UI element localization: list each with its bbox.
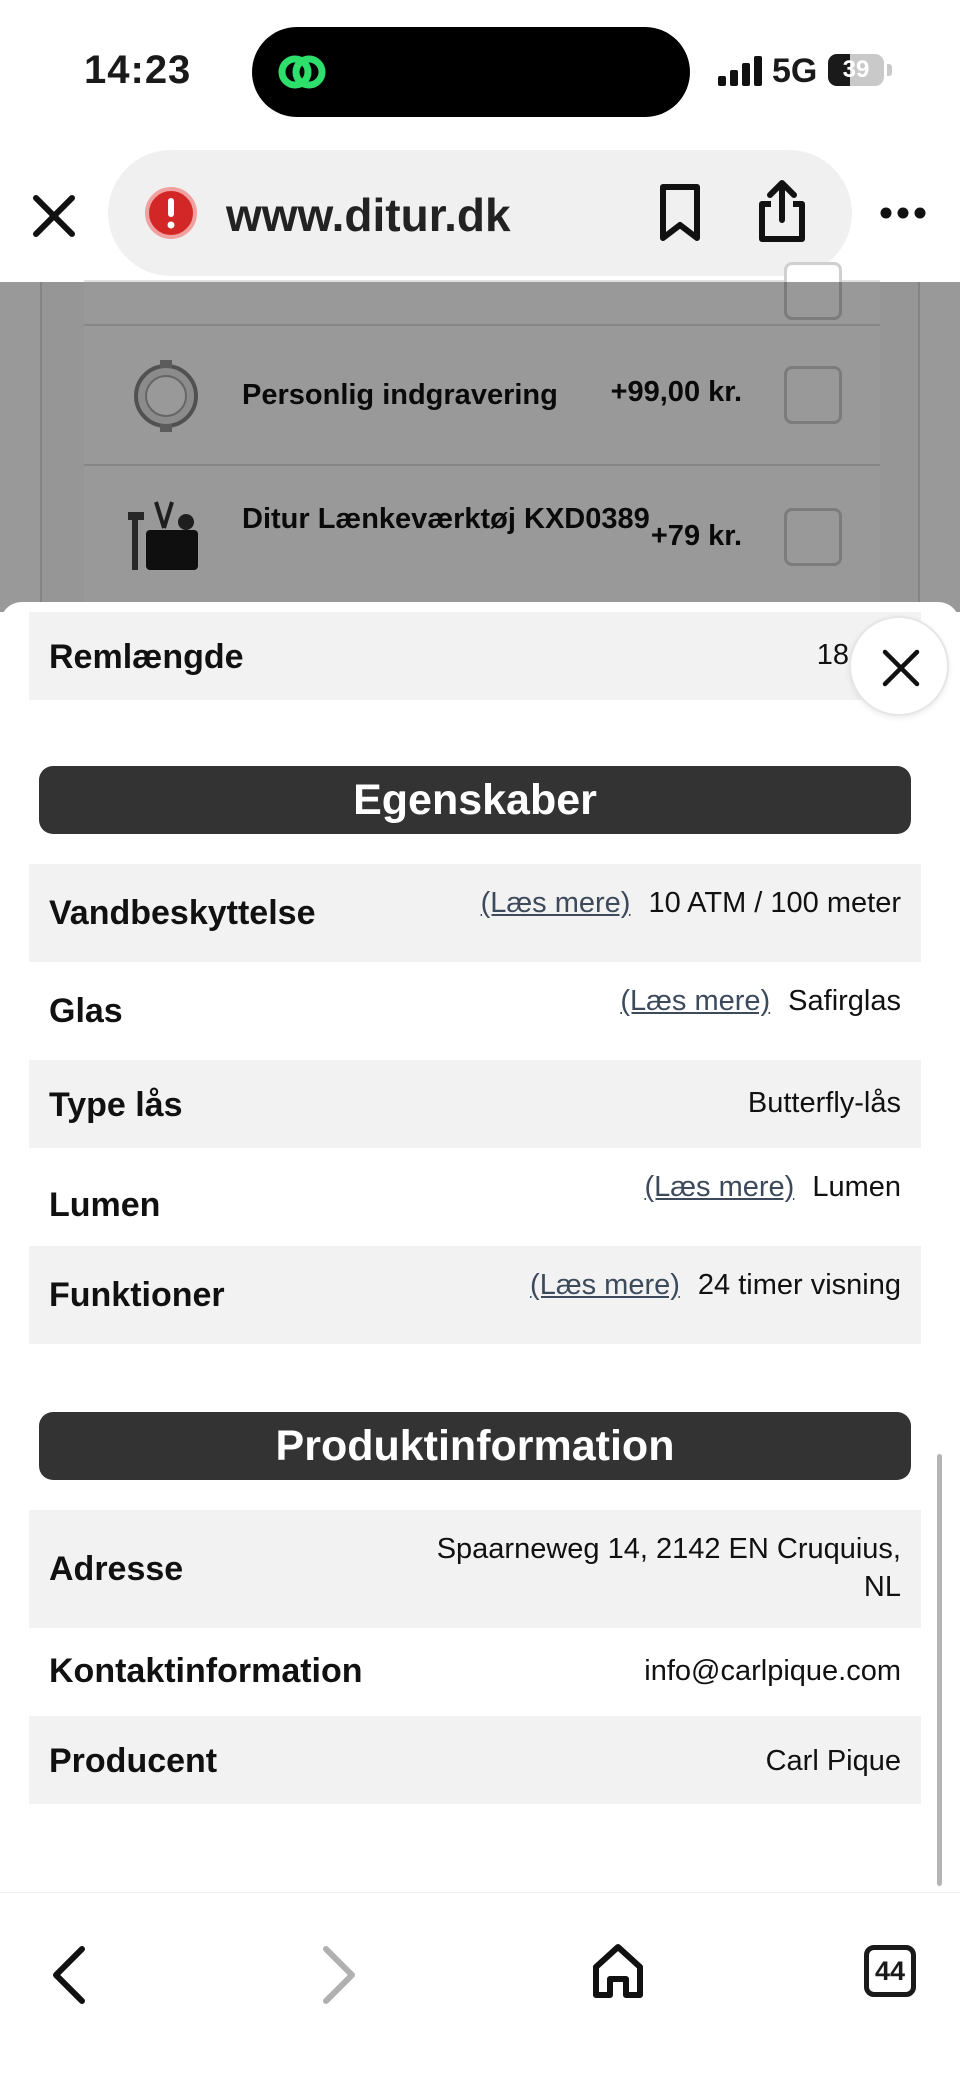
spec-label: Glas [49, 992, 123, 1030]
url-text[interactable]: www.ditur.dk [226, 188, 511, 242]
dynamic-island [252, 27, 690, 117]
modal-backdrop[interactable] [0, 282, 960, 612]
sheet-close-button[interactable] [849, 616, 949, 716]
read-more-link[interactable]: (Læs mere) [481, 887, 631, 919]
address-line-2: NL [863, 1571, 901, 1603]
spec-value-group: (Læs mere) 10 ATM / 100 meter [481, 884, 901, 922]
spec-label: Kontaktinformation [49, 1652, 363, 1690]
spec-label: Lumen [49, 1186, 161, 1224]
more-icon[interactable] [880, 206, 926, 220]
spec-value: 24 timer visning [697, 1269, 901, 1301]
spec-value: Lumen [812, 1171, 901, 1203]
spec-row-type-laas: Type lås Butterfly-lås [29, 1060, 921, 1148]
home-icon[interactable] [590, 1941, 646, 2001]
status-time: 14:23 [84, 48, 192, 92]
spec-value: Spaarneweg 14, 2142 EN Cruquius, NL [437, 1530, 901, 1606]
spec-row-remlaengde: Remlængde 18 [29, 612, 921, 700]
spec-label: Funktioner [49, 1276, 225, 1314]
address-bar[interactable]: www.ditur.dk [108, 150, 852, 276]
spec-value: 18 [816, 639, 849, 671]
signal-icon [718, 56, 762, 86]
spec-value-group: (Læs mere) Lumen [644, 1168, 901, 1206]
bookmark-icon[interactable] [654, 182, 706, 244]
spec-row-kontaktinformation: Kontaktinformation info@carlpique.com [29, 1628, 921, 1716]
page: 14:23 5G 39 www.ditur.dk Personlig indgr… [0, 0, 960, 2081]
specs-sheet: Remlængde 18 Egenskaber Vandbeskyttelse … [0, 602, 960, 1892]
browser-bottom-nav: 44 [0, 1892, 960, 2081]
spec-label: Vandbeskyttelse [49, 894, 316, 932]
spec-label: Type lås [49, 1086, 183, 1124]
spec-value-group: (Læs mere) 24 timer visning [530, 1266, 901, 1304]
forward-icon[interactable] [318, 1943, 362, 2007]
battery-nub [887, 64, 892, 76]
spec-row-adresse: Adresse Spaarneweg 14, 2142 EN Cruquius,… [29, 1510, 921, 1628]
address-line-1: Spaarneweg 14, 2142 EN Cruquius, [436, 1533, 901, 1565]
status-bar: 14:23 5G 39 [0, 0, 960, 140]
battery-indicator: 39 [828, 54, 884, 86]
green-link-icon [278, 55, 326, 89]
tabs-icon[interactable]: 44 [864, 1945, 916, 1997]
spec-row-producent: Producent Carl Pique [29, 1716, 921, 1804]
spec-row-lumen: Lumen (Læs mere) Lumen [29, 1148, 921, 1246]
spec-value: Butterfly-lås [747, 1087, 901, 1119]
spec-value: 10 ATM / 100 meter [648, 887, 901, 919]
network-type: 5G [772, 52, 818, 90]
read-more-link[interactable]: (Læs mere) [620, 985, 770, 1017]
share-icon[interactable] [754, 178, 810, 244]
section-title-egenskaber: Egenskaber [39, 766, 911, 834]
spec-label: Producent [49, 1742, 218, 1780]
spec-value: info@carlpique.com [644, 1655, 901, 1687]
spec-row-glas: Glas (Læs mere) Safirglas [29, 962, 921, 1060]
warning-icon[interactable] [144, 186, 198, 240]
section-title-produktinformation: Produktinformation [39, 1412, 911, 1480]
scrollbar[interactable] [937, 1454, 942, 1886]
battery-level: 39 [842, 56, 870, 83]
spec-label: Remlængde [49, 638, 244, 676]
browser-toolbar: www.ditur.dk [0, 140, 960, 282]
spec-value: Safirglas [788, 985, 901, 1017]
read-more-link[interactable]: (Læs mere) [644, 1171, 794, 1203]
close-icon[interactable] [28, 190, 80, 242]
spec-value-group: (Læs mere) Safirglas [620, 982, 901, 1020]
spec-row-funktioner: Funktioner (Læs mere) 24 timer visning [29, 1246, 921, 1344]
close-icon[interactable] [881, 648, 921, 688]
read-more-link[interactable]: (Læs mere) [530, 1269, 680, 1301]
spec-value: Carl Pique [765, 1745, 901, 1777]
spec-label: Adresse [49, 1550, 184, 1588]
spec-row-vandbeskyttelse: Vandbeskyttelse (Læs mere) 10 ATM / 100 m… [29, 864, 921, 962]
back-icon[interactable] [46, 1943, 90, 2007]
